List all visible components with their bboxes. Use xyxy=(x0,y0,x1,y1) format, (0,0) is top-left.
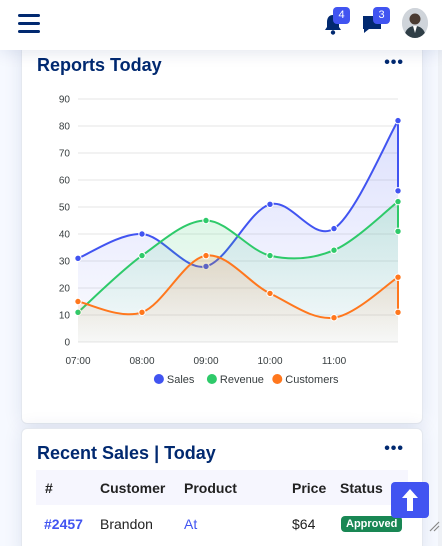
x-tick-label: 11:00 xyxy=(322,356,347,367)
profile-avatar[interactable] xyxy=(402,8,428,38)
col-header-product[interactable]: Product xyxy=(184,480,237,496)
y-tick-label: 20 xyxy=(59,284,71,295)
x-tick-label: 07:00 xyxy=(65,356,90,367)
data-point-revenue xyxy=(394,227,402,236)
y-tick-label: 80 xyxy=(59,122,71,133)
legend-label-revenue: Revenue xyxy=(220,374,264,386)
sale-product-link[interactable]: At xyxy=(184,516,197,532)
data-point-revenue xyxy=(202,216,210,225)
reports-menu-icon[interactable]: ••• xyxy=(384,54,404,72)
recent-sales-title-text: Recent Sales xyxy=(37,443,150,463)
y-tick-label: 30 xyxy=(59,257,71,268)
status-badge: Approved xyxy=(341,516,403,532)
reports-chart: 0 10 20 30 40 50 60 70 80 90 07:00 08:00 09:00 10:00 1… xyxy=(59,95,402,386)
data-point-sales xyxy=(266,200,274,209)
y-tick-label: 60 xyxy=(59,176,71,187)
legend-marker-revenue xyxy=(206,374,217,384)
user-photo-icon xyxy=(402,8,428,38)
data-point-sales xyxy=(74,254,82,263)
col-header-customer[interactable]: Customer xyxy=(100,480,165,496)
data-point-customers xyxy=(330,314,338,322)
data-point-sales xyxy=(330,224,338,233)
y-tick-label: 70 xyxy=(59,149,71,160)
recent-sales-title: Recent Sales | Today xyxy=(37,443,216,464)
y-tick-label: 90 xyxy=(59,95,71,106)
x-tick-label: 09:00 xyxy=(193,356,218,367)
data-point-customers xyxy=(138,308,146,317)
data-point-revenue xyxy=(394,197,402,206)
recent-sales-subtitle: | Today xyxy=(154,443,216,463)
col-header-status[interactable]: Status xyxy=(340,480,383,496)
data-point-sales xyxy=(394,187,402,195)
legend-marker-sales xyxy=(153,374,164,384)
recent-sales-menu-icon[interactable]: ••• xyxy=(384,440,404,458)
top-header: 4 3 xyxy=(0,0,442,50)
sale-customer: Brandon xyxy=(100,516,153,532)
legend-marker-customers xyxy=(272,374,283,384)
data-point-customers xyxy=(266,289,274,298)
y-tick-label: 0 xyxy=(64,338,70,349)
messages-badge: 3 xyxy=(373,7,390,24)
y-tick-label: 50 xyxy=(59,203,71,214)
messages-button[interactable]: 3 xyxy=(360,7,390,37)
data-point-customers xyxy=(74,297,82,306)
x-tick-label: 10:00 xyxy=(257,356,282,367)
notifications-button[interactable]: 4 xyxy=(320,7,350,37)
data-point-revenue xyxy=(330,246,338,254)
sale-price: $64 xyxy=(292,516,316,532)
back-to-top-button[interactable] xyxy=(391,482,429,518)
resize-handle-icon[interactable] xyxy=(428,520,440,532)
data-point-customers xyxy=(394,308,402,317)
data-point-revenue xyxy=(138,251,146,260)
notifications-badge: 4 xyxy=(333,7,350,24)
reports-title: Reports Today xyxy=(37,55,162,75)
legend-label-customers: Customers xyxy=(285,374,339,386)
x-tick-label: 08:00 xyxy=(129,356,154,367)
menu-toggle-icon[interactable] xyxy=(18,14,40,34)
col-header-price[interactable]: Price xyxy=(292,480,326,496)
sale-id-link[interactable]: #2457 xyxy=(44,516,83,532)
data-point-customers xyxy=(202,251,210,260)
arrow-up-icon xyxy=(402,489,418,511)
data-point-revenue xyxy=(266,251,274,260)
y-tick-label: 40 xyxy=(59,230,71,241)
col-header-id[interactable]: # xyxy=(45,480,53,496)
data-point-customers xyxy=(394,273,402,281)
page-scroll-track[interactable] xyxy=(438,50,442,546)
data-point-sales xyxy=(138,230,146,238)
legend-label-sales: Sales xyxy=(167,374,195,386)
data-point-sales xyxy=(394,116,402,125)
y-tick-label: 10 xyxy=(59,311,71,322)
